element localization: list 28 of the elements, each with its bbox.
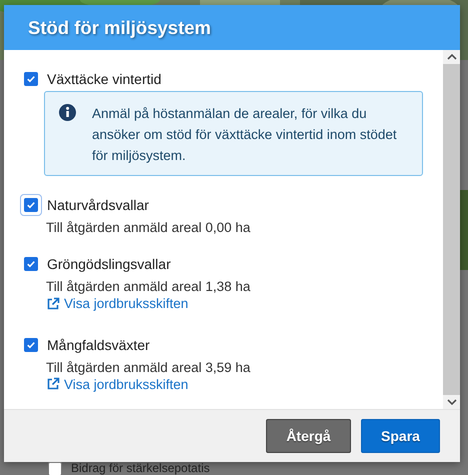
dialog-title: Stöd för miljösystem [28, 16, 211, 38]
checkbox-label: Gröngödslingsvallar [47, 256, 171, 272]
scroll-down-icon[interactable] [446, 399, 456, 405]
info-icon [59, 104, 76, 121]
area-text: Till åtgärden anmäld areal 3,59 ha [46, 360, 252, 374]
scroll-up-icon[interactable] [446, 54, 456, 60]
save-button[interactable]: Spara [361, 419, 440, 453]
checkbox[interactable] [24, 257, 38, 271]
checkmark-icon [26, 200, 36, 210]
checkbox[interactable] [24, 72, 38, 86]
checkbox-label: Växttäcke vintertid [47, 71, 162, 87]
checkbox-label: Mångfaldsväxter [47, 336, 150, 352]
area-text: Till åtgärden anmäld areal 0,00 ha [46, 220, 252, 235]
checkbox[interactable] [48, 462, 62, 475]
checkbox[interactable] [24, 338, 38, 352]
checkmark-icon [26, 259, 36, 269]
checkbox-label: Naturvårdsvallar [47, 197, 149, 213]
show-fields-link[interactable]: Visa jordbruksskiften [46, 295, 188, 312]
external-link-icon [46, 377, 60, 391]
external-link-icon [46, 296, 60, 310]
checkmark-icon [26, 340, 36, 350]
checkmark-icon [26, 74, 36, 84]
checkbox[interactable] [24, 198, 38, 212]
info-text: Anmäl på höstanmälan de arealer, för vilka du ansöker om stöd för växttäcke vintertid inom stödet för miljösystem. [92, 105, 398, 165]
checkbox-label: Bidrag för stärkelsepotatis [71, 462, 210, 475]
area-text: Till åtgärden anmäld areal 1,38 ha [46, 279, 252, 294]
show-fields-link[interactable]: Visa jordbruksskiften [46, 376, 188, 392]
back-button[interactable]: Återgå [266, 419, 351, 453]
